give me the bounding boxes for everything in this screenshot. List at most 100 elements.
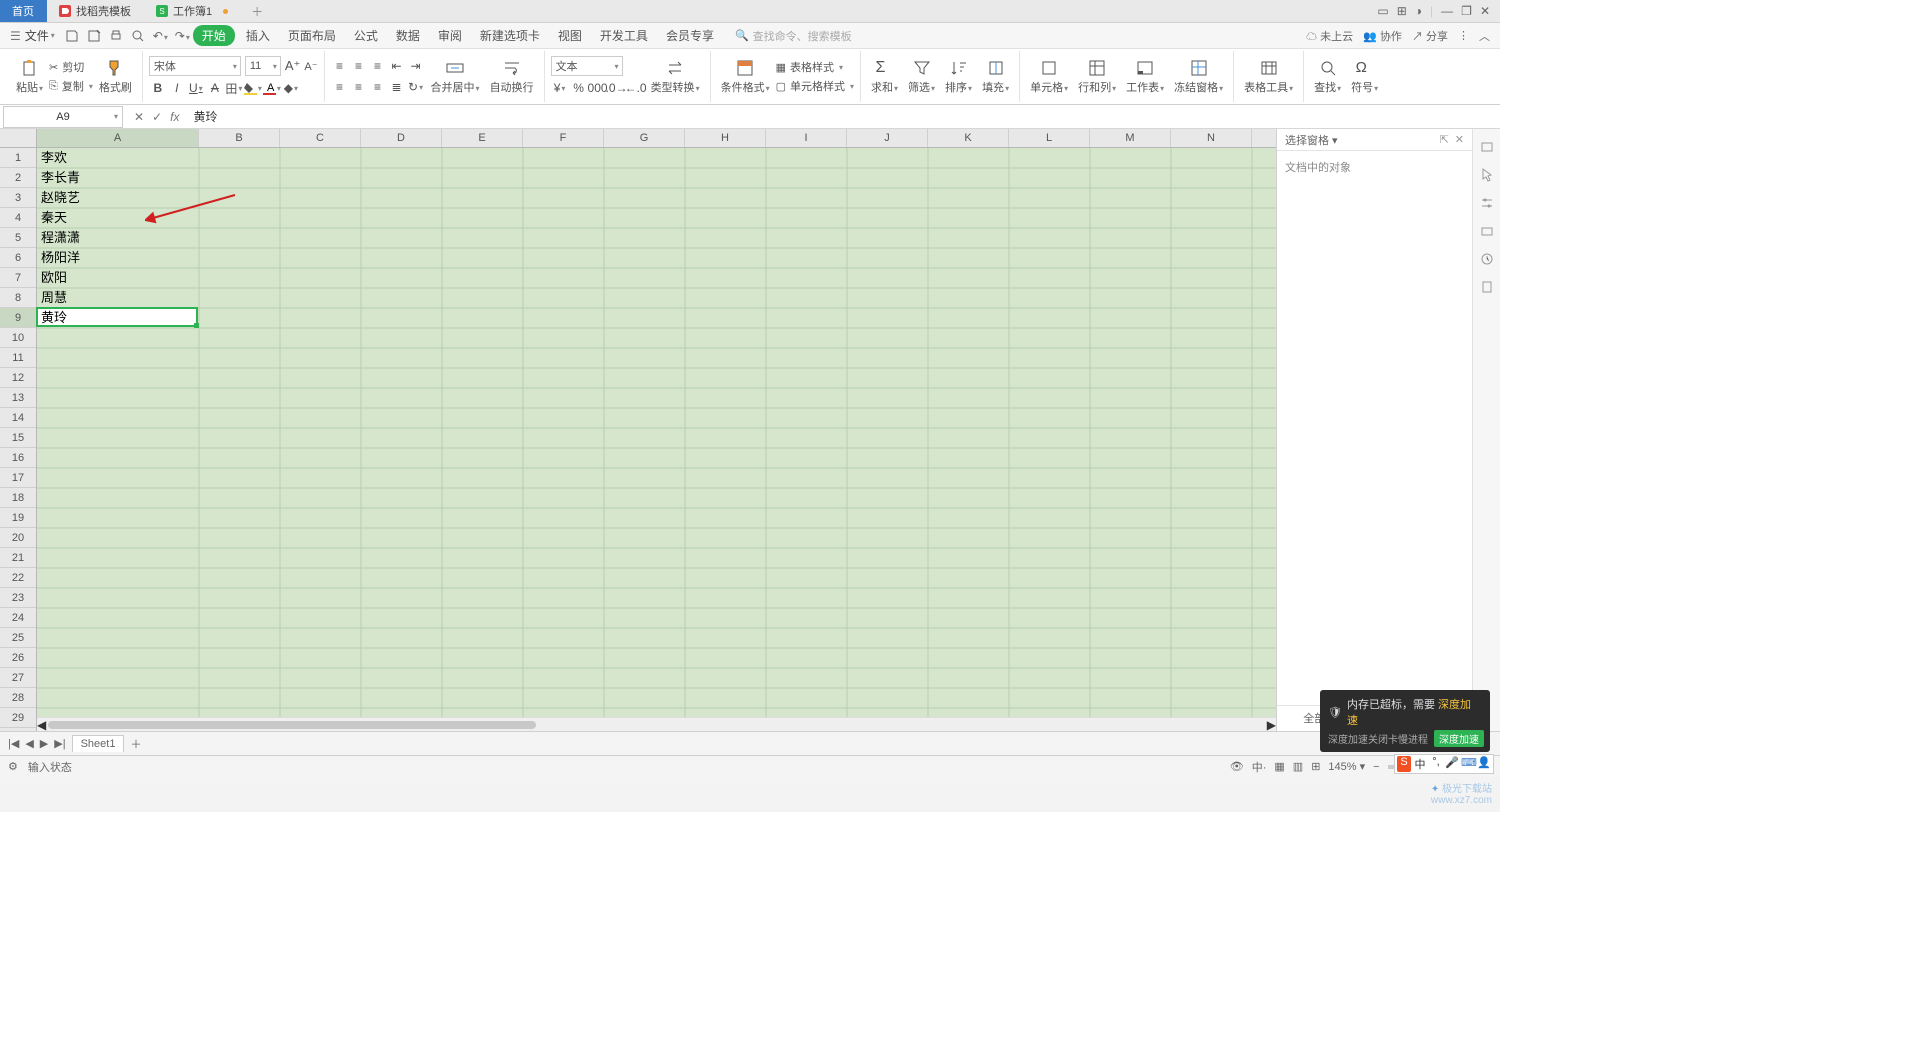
percent-icon[interactable]: % xyxy=(570,79,588,97)
cell-A1[interactable]: 李欢 xyxy=(37,148,199,168)
currency-icon[interactable]: ¥ xyxy=(551,79,569,97)
rail-pointer-icon[interactable] xyxy=(1479,167,1495,183)
col-header-A[interactable]: A xyxy=(37,129,199,147)
fill-button[interactable]: 填充 xyxy=(978,57,1013,97)
col-header-F[interactable]: F xyxy=(523,129,604,147)
format-painter-button[interactable]: 格式刷 xyxy=(95,57,136,97)
command-search[interactable]: 🔍 查找命令、搜索模板 xyxy=(735,28,852,44)
menu-view[interactable]: 视图 xyxy=(551,27,589,44)
font-combo[interactable]: 宋体 xyxy=(149,56,241,76)
horizontal-scrollbar[interactable]: ◀▶ xyxy=(37,717,1276,731)
symbol-button[interactable]: Ω符号 xyxy=(1347,57,1382,97)
border-button[interactable]: 田 xyxy=(225,79,243,97)
row-header-8[interactable]: 8 xyxy=(0,288,36,308)
formula-input[interactable]: 黄玲 xyxy=(187,108,1500,125)
col-header-B[interactable]: B xyxy=(199,129,280,147)
ime-voice-icon[interactable]: 🎤 xyxy=(1445,756,1459,772)
menu-devtools[interactable]: 开发工具 xyxy=(593,27,655,44)
sheet-next-icon[interactable]: ▶ xyxy=(40,737,48,750)
dec-dec-icon[interactable]: ←.0 xyxy=(627,79,645,97)
file-menu[interactable]: 文件▾ xyxy=(25,27,55,44)
cond-format-button[interactable]: 条件格式 xyxy=(717,57,774,97)
row-header-5[interactable]: 5 xyxy=(0,228,36,248)
row-header-7[interactable]: 7 xyxy=(0,268,36,288)
tab-home[interactable]: 首页 xyxy=(0,0,47,22)
freeze-button[interactable]: 冻结窗格 xyxy=(1170,57,1227,97)
menu-insert[interactable]: 插入 xyxy=(239,27,277,44)
table-style-button[interactable]: ▦表格样式 xyxy=(776,59,854,75)
sheet-tab[interactable]: Sheet1 xyxy=(72,735,125,752)
row-header-4[interactable]: 4 xyxy=(0,208,36,228)
underline-button[interactable]: U xyxy=(187,79,205,97)
sort-button[interactable]: 排序 xyxy=(941,57,976,97)
row-header-22[interactable]: 22 xyxy=(0,568,36,588)
paste-button[interactable]: 粘贴 xyxy=(12,57,47,97)
rail-backup-icon[interactable] xyxy=(1479,251,1495,267)
more-icon[interactable]: ⋮ xyxy=(1458,29,1469,42)
copy-button[interactable]: ⎘复制 xyxy=(49,78,93,94)
menu-member[interactable]: 会员专享 xyxy=(659,27,721,44)
align-middle-icon[interactable]: ≡ xyxy=(350,57,368,75)
memory-toast[interactable]: 🛡内存已超标，需要 深度加速 深度加速关闭卡慢进程 深度加速 xyxy=(1320,690,1490,752)
panel-close-icon[interactable]: ✕ xyxy=(1455,133,1464,146)
menu-newtab[interactable]: 新建选项卡 xyxy=(473,27,547,44)
row-header-23[interactable]: 23 xyxy=(0,588,36,608)
name-box[interactable]: A9 xyxy=(3,106,123,128)
row-header-13[interactable]: 13 xyxy=(0,388,36,408)
zhong-icon[interactable]: 中· xyxy=(1252,759,1267,775)
cells-area[interactable]: 李欢李长青赵晓艺秦天程潇潇杨阳洋欧阳周慧黄玲 xyxy=(37,148,1276,731)
col-header-E[interactable]: E xyxy=(442,129,523,147)
cell-A4[interactable]: 秦天 xyxy=(37,208,199,228)
ime-user-icon[interactable]: 👤 xyxy=(1477,756,1491,772)
filter-button[interactable]: 筛选 xyxy=(904,57,939,97)
row-header-11[interactable]: 11 xyxy=(0,348,36,368)
merge-center-button[interactable]: 合并居中 xyxy=(427,57,484,97)
row-header-17[interactable]: 17 xyxy=(0,468,36,488)
col-header-N[interactable]: N xyxy=(1171,129,1252,147)
row-header-9[interactable]: 9 xyxy=(0,308,36,328)
sheet-last-icon[interactable]: ▶| xyxy=(54,737,65,750)
bold-button[interactable]: B xyxy=(149,79,167,97)
add-sheet-button[interactable]: ＋ xyxy=(130,736,141,752)
sheet-first-icon[interactable]: |◀ xyxy=(8,737,19,750)
fontcolor-button[interactable]: A xyxy=(263,79,281,97)
menu-pagelayout[interactable]: 页面布局 xyxy=(281,27,343,44)
worksheet-button[interactable]: 工作表 xyxy=(1122,57,1168,97)
align-left-icon[interactable]: ≡ xyxy=(331,78,349,96)
row-header-12[interactable]: 12 xyxy=(0,368,36,388)
close-button[interactable]: ✕ xyxy=(1480,4,1490,18)
select-all-corner[interactable] xyxy=(0,129,37,148)
row-header-3[interactable]: 3 xyxy=(0,188,36,208)
row-header-1[interactable]: 1 xyxy=(0,148,36,168)
cells-button[interactable]: 单元格 xyxy=(1026,57,1072,97)
italic-button[interactable]: I xyxy=(168,79,186,97)
row-header-18[interactable]: 18 xyxy=(0,488,36,508)
view-page-icon[interactable]: ▥ xyxy=(1293,760,1303,773)
row-header-28[interactable]: 28 xyxy=(0,688,36,708)
col-header-G[interactable]: G xyxy=(604,129,685,147)
ime-keyboard-icon[interactable]: ⌨ xyxy=(1461,756,1475,772)
rail-select-icon[interactable] xyxy=(1479,139,1495,155)
row-header-27[interactable]: 27 xyxy=(0,668,36,688)
col-header-I[interactable]: I xyxy=(766,129,847,147)
cell-A9[interactable]: 黄玲 xyxy=(37,308,199,328)
cell-A2[interactable]: 李长青 xyxy=(37,168,199,188)
zoom-out-button[interactable]: − xyxy=(1373,761,1379,773)
undo-icon[interactable]: ↶ xyxy=(153,29,167,43)
grow-font-icon[interactable]: A⁺ xyxy=(285,58,301,74)
indent-dec-icon[interactable]: ⇤ xyxy=(388,57,406,75)
rowcol-button[interactable]: 行和列 xyxy=(1074,57,1120,97)
row-header-25[interactable]: 25 xyxy=(0,628,36,648)
view-break-icon[interactable]: ⊞ xyxy=(1311,760,1320,773)
cell-A7[interactable]: 欧阳 xyxy=(37,268,199,288)
menu-toggle-icon[interactable]: ☰ xyxy=(10,29,21,43)
minimize-button[interactable]: — xyxy=(1441,4,1453,18)
cancel-edit-icon[interactable]: ✕ xyxy=(134,110,144,124)
redo-icon[interactable]: ↷ xyxy=(175,29,189,43)
tab-workbook[interactable]: S 工作簿1 xyxy=(144,0,241,22)
wrap-text-button[interactable]: 自动换行 xyxy=(486,57,538,97)
justify-icon[interactable]: ≣ xyxy=(388,78,406,96)
row-header-2[interactable]: 2 xyxy=(0,168,36,188)
cell-A6[interactable]: 杨阳洋 xyxy=(37,248,199,268)
save-as-icon[interactable] xyxy=(87,29,101,43)
